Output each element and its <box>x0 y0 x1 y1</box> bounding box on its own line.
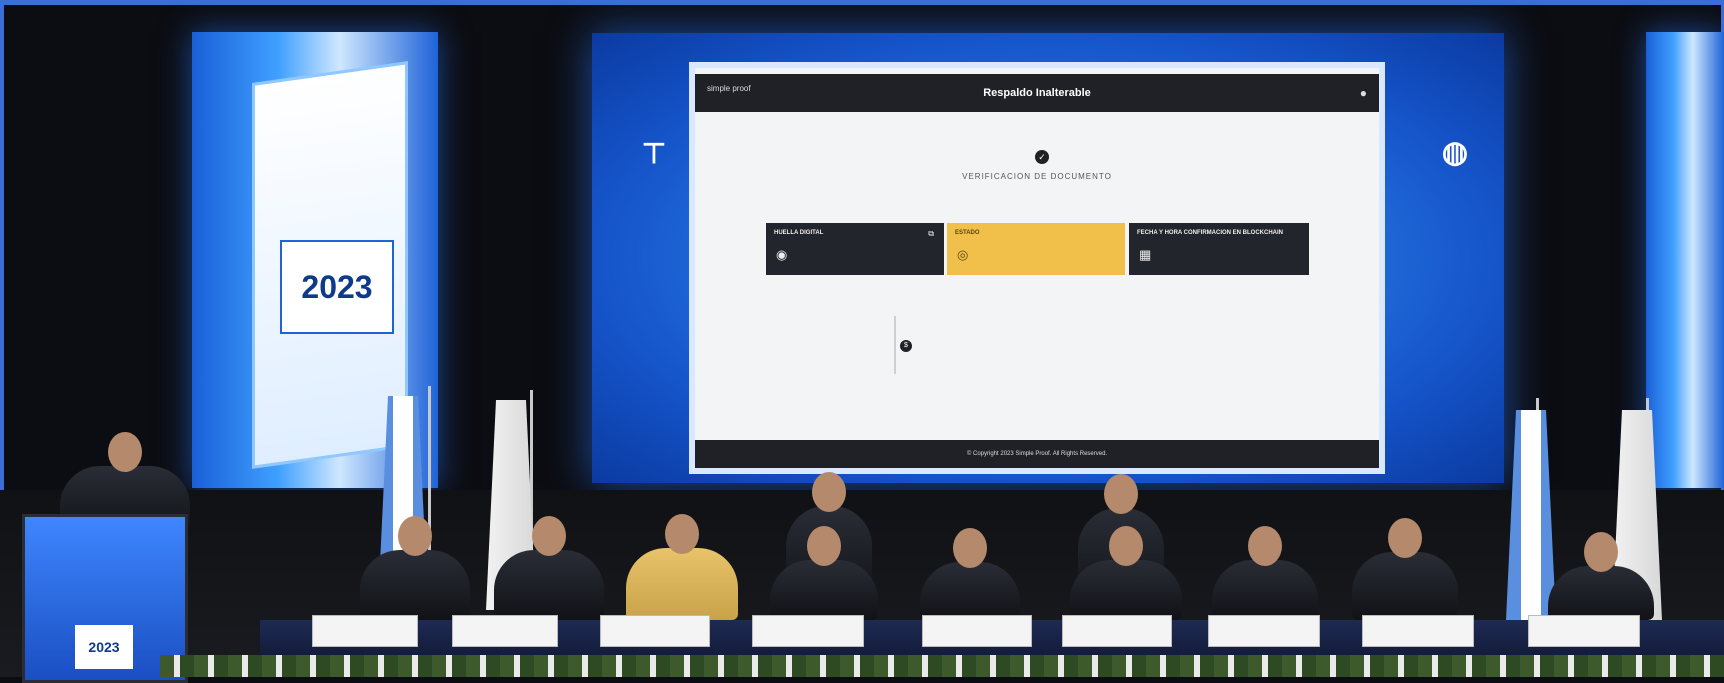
person-head <box>532 516 566 556</box>
institution-logo-left: ⊤ <box>606 139 702 169</box>
hash-card-label: HUELLA DIGITAL <box>774 230 824 236</box>
status-icon: ◎ <box>957 247 969 262</box>
status-card: ESTADO ◎ <box>947 223 1125 275</box>
check-icon: ✓ <box>1035 150 1049 164</box>
seated-person <box>1212 526 1318 620</box>
anniversary-emblem-icon: ◍ <box>1441 136 1469 169</box>
seated-person <box>360 516 470 620</box>
app-brand: simple proof <box>707 84 751 93</box>
date-card: FECHA Y HORA CONFIRMACION EN BLOCKCHAIN … <box>1129 223 1309 275</box>
anniversary-logo-right: ◍ <box>1420 137 1490 169</box>
person-head <box>1388 518 1422 558</box>
event-badge-year: 2023 <box>301 268 373 305</box>
podium-badge-year: 2023 <box>88 639 120 655</box>
nameplate <box>452 615 558 647</box>
timeline-line <box>894 316 896 374</box>
seated-person <box>626 514 738 620</box>
seated-person <box>1070 526 1182 620</box>
verification-title: VERIFICACION DE DOCUMENTO <box>962 172 1112 181</box>
person-head <box>1104 474 1138 514</box>
podium-badge: 2023 <box>75 625 133 669</box>
nameplate <box>312 615 418 647</box>
person-head <box>1584 532 1618 572</box>
fingerprint-icon: ◉ <box>776 247 788 262</box>
app-footer: © Copyright 2023 Simple Proof. All Right… <box>695 440 1379 468</box>
nameplate <box>1208 615 1320 647</box>
video-frame-top <box>0 0 1724 5</box>
nameplate <box>1362 615 1474 647</box>
person-head <box>812 472 846 512</box>
nameplate <box>752 615 864 647</box>
nameplate <box>600 615 710 647</box>
settings-icon[interactable]: ● <box>1360 86 1367 100</box>
seated-person <box>770 526 878 620</box>
timeline-step-icon: $ <box>900 340 912 352</box>
seated-person <box>494 516 604 620</box>
person-head <box>953 528 987 568</box>
seated-person <box>1352 518 1458 620</box>
right-led-panel <box>1646 32 1724 488</box>
calendar-icon: ▦ <box>1139 247 1152 262</box>
seated-person <box>1548 532 1654 620</box>
projected-web-app: simple proof Respaldo Inalterable ● ✓ VE… <box>689 62 1385 474</box>
person-head <box>807 526 841 566</box>
person-head <box>665 514 699 554</box>
event-badge: 2023 <box>280 240 394 334</box>
flower-arrangement <box>160 655 1724 677</box>
nameplate <box>922 615 1032 647</box>
person-head <box>1109 526 1143 566</box>
app-title: Respaldo Inalterable <box>983 87 1091 99</box>
flag-guatemala-right <box>1506 410 1556 620</box>
nameplate <box>1528 615 1640 647</box>
nameplate <box>1062 615 1172 647</box>
person-head <box>398 516 432 556</box>
app-header: simple proof Respaldo Inalterable ● <box>695 74 1379 112</box>
speaker-head <box>108 432 142 472</box>
seated-person <box>920 528 1020 620</box>
status-card-label: ESTADO <box>955 230 980 236</box>
institution-emblem-icon: ⊤ <box>641 138 667 169</box>
person-head <box>1248 526 1282 566</box>
hash-card: HUELLA DIGITAL ⧉ ◉ <box>766 223 944 275</box>
main-led-screen: ⊤ ◍ simple proof Respaldo Inalterable ● … <box>592 33 1504 483</box>
date-card-label: FECHA Y HORA CONFIRMACION EN BLOCKCHAIN <box>1137 230 1284 236</box>
copy-icon[interactable]: ⧉ <box>928 229 934 239</box>
